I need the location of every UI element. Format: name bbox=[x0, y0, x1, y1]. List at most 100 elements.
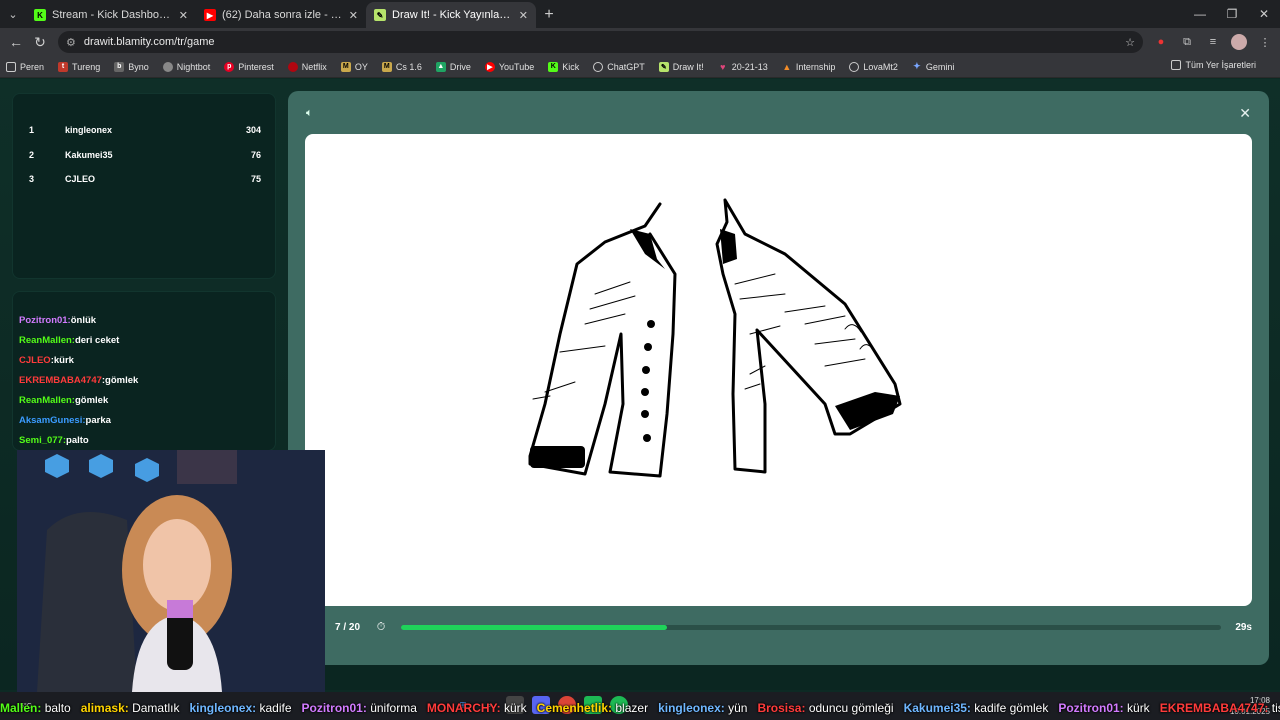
ticker-item: Pozitron01: üniforma bbox=[302, 701, 417, 715]
ticker-text: yün bbox=[728, 701, 748, 715]
leaderboard-rank: 3 bbox=[29, 174, 35, 185]
ticker-user: kingleonex: bbox=[658, 701, 725, 715]
bookmark-item[interactable]: ✦ Gemini bbox=[912, 61, 955, 72]
reading-list-icon[interactable]: ≡ bbox=[1205, 34, 1221, 50]
bookmark-item[interactable]: LovaMt2 bbox=[849, 61, 898, 72]
bookmark-item[interactable]: Nightbot bbox=[162, 61, 211, 72]
bookmark-item[interactable]: p Pinterest bbox=[224, 61, 274, 72]
chat-ticker: Mallen: balto alimask: Damatlık kingleon… bbox=[0, 698, 1280, 718]
chat-username: Pozitron01: bbox=[19, 314, 71, 326]
leaderboard-name: Kakumei35 bbox=[65, 149, 113, 160]
chat-message: CJLEO:kürk bbox=[19, 350, 269, 370]
chatgpt-icon bbox=[593, 61, 604, 72]
bookmark-star-icon[interactable]: ☆ bbox=[1125, 36, 1135, 49]
bookmark-label: Netflix bbox=[301, 61, 327, 72]
chat-message: EKREMBABA4747:gömlek bbox=[19, 370, 269, 390]
bookmark-label: ChatGPT bbox=[607, 61, 645, 72]
ticker-item: kingleonex: kadife bbox=[189, 701, 291, 715]
tab-title: Draw It! - Kick Yayınları İçin Çiz bbox=[392, 9, 513, 21]
tab-close-icon[interactable]: ✕ bbox=[179, 9, 188, 22]
bookmark-item[interactable]: ▲ Drive bbox=[435, 61, 471, 72]
bookmark-item[interactable]: Peren bbox=[6, 61, 44, 72]
bookmark-item[interactable]: ▲ Internship bbox=[782, 61, 836, 72]
tab-close-icon[interactable]: ✕ bbox=[519, 9, 528, 22]
ticker-item: MONARCHY: kürk bbox=[427, 701, 527, 715]
bookmark-item[interactable]: t Tureng bbox=[58, 61, 100, 72]
tab-close-icon[interactable]: ✕ bbox=[349, 9, 358, 22]
profile-avatar-icon[interactable] bbox=[1231, 34, 1247, 50]
speaker-icon[interactable]: 🔈︎ bbox=[306, 107, 313, 120]
bookmark-item[interactable]: ChatGPT bbox=[593, 61, 645, 72]
youtube-icon: ▶ bbox=[484, 61, 495, 72]
bookmark-item[interactable]: ♥ 20-21-13 bbox=[718, 62, 768, 72]
extensions-area: ● ⧉ ≡ ⋮ bbox=[1153, 34, 1273, 50]
bookmark-label: Draw It! bbox=[672, 61, 704, 72]
bookmark-item[interactable]: ▶ YouTube bbox=[484, 61, 535, 72]
tab-kick-dashboard[interactable]: K Stream - Kick Dashboard ✕ bbox=[26, 2, 196, 28]
chat-username: CJLEO bbox=[19, 354, 51, 366]
ticker-user: EKREMBABA4747: bbox=[1159, 701, 1269, 715]
leaderboard-score: 75 bbox=[250, 174, 261, 185]
bookmark-label: Internship bbox=[795, 61, 836, 72]
drawit-icon: ✎ bbox=[658, 61, 669, 72]
bookmark-item[interactable]: M Cs 1.6 bbox=[381, 61, 422, 72]
all-bookmarks-folder[interactable]: Tüm Yer İşaretleri bbox=[1171, 60, 1256, 70]
ticker-text: blazer bbox=[615, 701, 649, 715]
chat-text: palto bbox=[66, 434, 89, 446]
kick-icon: K bbox=[548, 61, 559, 72]
m-icon: M bbox=[381, 61, 392, 72]
chat-text: :gömlek bbox=[101, 374, 139, 386]
bookmark-item[interactable]: b Byno bbox=[114, 61, 149, 72]
drawing-sketch bbox=[528, 198, 902, 478]
restore-icon[interactable]: ❐ bbox=[1216, 0, 1248, 28]
bookmark-item[interactable]: Netflix bbox=[287, 61, 327, 72]
site-info-icon[interactable]: ⚙ bbox=[66, 36, 76, 49]
ticker-user: alimask: bbox=[80, 701, 129, 715]
chat-message: ReanMallen: gömlek bbox=[19, 390, 269, 410]
window-controls: — ❐ ✕ bbox=[1184, 0, 1280, 28]
globe-icon bbox=[849, 61, 860, 72]
chat-text: gömlek bbox=[74, 394, 109, 406]
leaderboard-score: 304 bbox=[245, 125, 261, 136]
chat-panel: Pozitron01: önlük ReanMallen: deri ceket C… bbox=[12, 291, 276, 451]
ticker-text: kadife bbox=[259, 701, 292, 715]
pinterest-icon: p bbox=[224, 61, 235, 72]
url-input[interactable]: ⚙ drawit.blamity.com/tr/game ☆ bbox=[58, 31, 1143, 53]
ticker-text: balto bbox=[44, 701, 71, 715]
ticker-item: Cemenhetlik: blazer bbox=[537, 701, 648, 715]
kick-favicon-icon: K bbox=[34, 9, 46, 21]
url-text: drawit.blamity.com/tr/game bbox=[83, 36, 215, 48]
new-tab-button[interactable]: + bbox=[536, 2, 562, 28]
chat-text: deri ceket bbox=[74, 334, 120, 346]
game-panel: 🔈︎ ✕ 7 / 20 ⏱︎ 29s bbox=[288, 91, 1269, 665]
bookmark-item[interactable]: K Kick bbox=[548, 61, 579, 72]
bookmark-item[interactable]: M OY bbox=[340, 61, 368, 72]
browser-menu-icon[interactable]: ⋮ bbox=[1257, 34, 1273, 50]
extensions-puzzle-icon[interactable]: ⧉ bbox=[1179, 34, 1195, 50]
bookmark-label: Gemini bbox=[925, 61, 955, 72]
ticker-item: Mallen: balto bbox=[0, 701, 71, 715]
leaderboard-name: CJLEO bbox=[65, 174, 96, 185]
bookmark-label: YouTube bbox=[498, 61, 535, 72]
close-window-icon[interactable]: ✕ bbox=[1248, 0, 1280, 28]
close-icon[interactable]: ✕ bbox=[1239, 105, 1251, 122]
drawing-canvas[interactable] bbox=[305, 134, 1252, 606]
tab-youtube[interactable]: ▶ (62) Daha sonra izle - YouTube ✕ bbox=[196, 2, 366, 28]
ticker-user: Cemenhetlik: bbox=[536, 701, 613, 715]
ticker-text: kürk bbox=[1127, 701, 1150, 715]
bookmark-item[interactable]: ✎ Draw It! bbox=[658, 61, 704, 72]
time-progress-bar bbox=[400, 624, 1222, 630]
chat-username: Semi_077: bbox=[19, 434, 67, 446]
extension-red-icon[interactable]: ● bbox=[1153, 34, 1169, 50]
minimize-icon[interactable]: — bbox=[1184, 0, 1216, 28]
ticker-item: kingleonex: yün bbox=[658, 701, 747, 715]
bookmark-label: Nightbot bbox=[176, 61, 211, 72]
tab-drawit[interactable]: ✎ Draw It! - Kick Yayınları İçin Çiz ✕ bbox=[366, 2, 536, 28]
nightbot-icon bbox=[162, 61, 173, 72]
chat-username: AksamGunesi: bbox=[19, 414, 86, 426]
tab-search-chevron-icon[interactable]: ⌄ bbox=[0, 0, 26, 28]
back-arrow-icon[interactable]: ← bbox=[4, 30, 28, 54]
ticker-user: Mallen: bbox=[0, 701, 42, 715]
gemini-icon: ✦ bbox=[913, 61, 921, 71]
reload-icon[interactable]: ↻ bbox=[28, 30, 52, 54]
